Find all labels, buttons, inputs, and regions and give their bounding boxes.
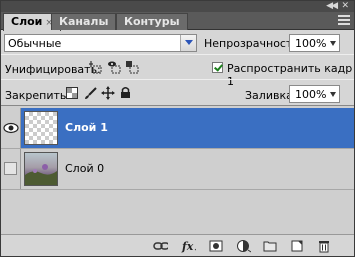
layer-thumbnail — [24, 111, 58, 145]
visibility-off-box[interactable] — [4, 162, 17, 175]
chevron-down-icon[interactable] — [180, 35, 196, 51]
fill-value: 100% — [295, 88, 327, 101]
unify-position-icon[interactable] — [89, 60, 103, 74]
fill-input[interactable]: 100% — [289, 85, 340, 103]
collapse-icon[interactable]: ◀◀ — [326, 1, 338, 12]
panel-footer: fx — [1, 236, 354, 256]
tab-paths[interactable]: Контуры — [116, 13, 188, 30]
divider — [1, 54, 354, 55]
dropdown-arrow-icon[interactable] — [330, 92, 336, 97]
lock-image-brush-icon[interactable] — [84, 87, 97, 100]
close-icon[interactable]: ✕ — [341, 1, 349, 12]
unify-label: Унифицировать: — [5, 63, 101, 76]
lock-all-icon[interactable] — [120, 86, 131, 99]
layer-name[interactable]: Слой 0 — [65, 162, 104, 175]
opacity-value: 100% — [295, 37, 327, 50]
layers-list: Слой 1 Слой 0 — [1, 105, 354, 235]
layer-name[interactable]: Слой 1 — [65, 121, 108, 134]
blend-mode-value: Обычные — [8, 37, 62, 50]
svg-text:fx: fx — [181, 240, 194, 253]
fx-icon[interactable]: fx — [181, 239, 196, 253]
lock-position-move-icon[interactable] — [101, 86, 115, 100]
tab-channels[interactable]: Каналы — [51, 13, 117, 30]
lock-transparency-icon[interactable] — [66, 87, 78, 99]
unify-visibility-icon[interactable] — [107, 60, 121, 74]
visibility-toggle[interactable] — [1, 108, 21, 148]
panel-menu-icon[interactable] — [338, 15, 350, 25]
delete-layer-icon[interactable] — [317, 239, 332, 253]
eye-icon[interactable] — [1, 108, 21, 148]
opacity-label: Непрозрачность: — [204, 37, 303, 50]
new-group-icon[interactable] — [263, 239, 278, 253]
adjustment-layer-icon[interactable] — [236, 239, 251, 253]
blend-mode-select[interactable]: Обычные — [4, 34, 197, 52]
layer-thumbnail — [24, 152, 58, 186]
panel-title-strip: ◀◀ ✕ — [1, 1, 354, 12]
link-layers-icon[interactable] — [153, 239, 168, 253]
lock-label: Закрепить: — [5, 89, 71, 102]
tab-label: Контуры — [124, 15, 180, 28]
propagate-checkbox[interactable] — [212, 62, 223, 73]
opacity-input[interactable]: 100% — [289, 34, 340, 52]
divider — [1, 189, 354, 190]
tab-bar: Слои × Каналы Контуры — [1, 12, 354, 31]
add-mask-icon[interactable] — [209, 239, 224, 253]
unify-style-icon[interactable] — [125, 60, 139, 74]
photo-preview — [25, 164, 57, 185]
tab-label: Слои — [11, 15, 43, 28]
tab-label: Каналы — [59, 15, 109, 28]
visibility-toggle[interactable] — [1, 149, 21, 189]
layers-panel: ◀◀ ✕ Слои × Каналы Контуры Обычные Непроз… — [0, 0, 355, 257]
dropdown-arrow-icon[interactable] — [330, 41, 336, 46]
layer-row[interactable]: Слой 0 — [1, 149, 354, 189]
layer-row[interactable]: Слой 1 — [1, 108, 354, 148]
new-layer-icon[interactable] — [290, 239, 305, 253]
divider — [1, 79, 354, 80]
